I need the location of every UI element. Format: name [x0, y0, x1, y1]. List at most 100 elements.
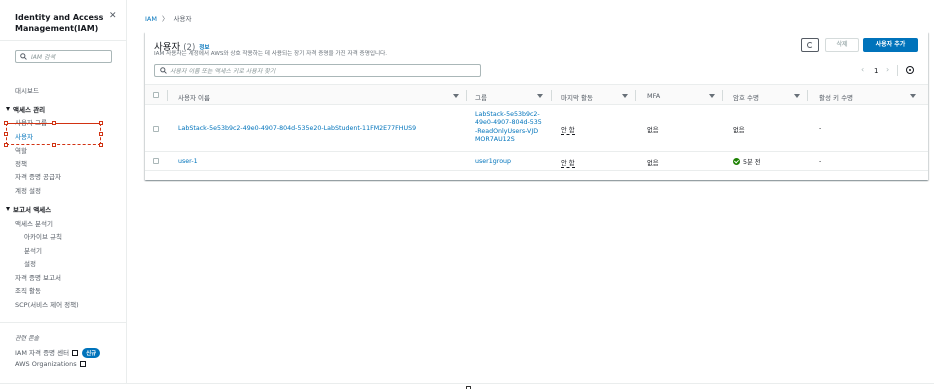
nav-account-settings[interactable]: 계정 설정 — [15, 185, 41, 195]
prev-page-button[interactable]: ‹ — [861, 65, 864, 74]
sidebar-divider — [0, 322, 127, 323]
related-consoles-heading: 관련 콘솔 — [15, 335, 39, 342]
nav-section-label: 보고서 액세스 — [13, 206, 52, 214]
refresh-icon — [807, 42, 813, 48]
page-number[interactable]: 1 — [874, 67, 878, 75]
column-divider — [466, 90, 467, 101]
active-key-age: - — [819, 125, 822, 132]
nav-identity-center[interactable]: IAM 자격 증명 센터 신규 — [15, 347, 101, 358]
nav-dashboard[interactable]: 대시보드 — [15, 85, 39, 95]
column-divider — [635, 90, 636, 101]
caret-down-icon — [6, 207, 10, 211]
table-header: 사용자 이름 그룹 마지막 활동 MFA 암호 수명 활성 키 수명 — [145, 84, 928, 105]
sort-caret-icon[interactable] — [453, 94, 459, 98]
nav-section-label: 액세스 관리 — [13, 106, 46, 114]
sidebar-search[interactable] — [15, 50, 112, 63]
selection-handle[interactable] — [4, 143, 8, 147]
user-name-link[interactable]: user-1 — [178, 158, 198, 165]
column-header-user-name[interactable]: 사용자 이름 — [178, 92, 210, 102]
panel-description: IAM 사용자는 계정에서 AWS와 상호 작용하는 데 사용되는 장기 자격 … — [154, 51, 388, 57]
column-header-active-key-age[interactable]: 활성 키 수명 — [819, 92, 853, 102]
sort-caret-icon[interactable] — [910, 94, 916, 98]
sidebar-divider — [0, 40, 127, 41]
table-row[interactable]: user-1 user1group 안 함 없음 5분 전 - — [145, 153, 928, 171]
nav-aws-organizations[interactable]: AWS Organizations — [15, 360, 86, 368]
password-age: 없음 — [733, 127, 745, 134]
next-page-button[interactable]: › — [886, 65, 889, 74]
last-activity: 안 함 — [561, 125, 575, 135]
bottom-resize-bar — [0, 383, 934, 389]
password-age-value: 5분 전 — [743, 159, 761, 166]
sidebar-search-input[interactable] — [31, 52, 109, 62]
breadcrumb-current: 사용자 — [173, 15, 192, 23]
row-checkbox[interactable] — [153, 158, 159, 164]
table-row[interactable]: LabStack-5e53b9c2-49e0-4907-804d-535e20-… — [145, 106, 928, 152]
external-link-icon — [79, 361, 86, 367]
column-header-groups[interactable]: 그룹 — [475, 92, 487, 102]
delete-button[interactable]: 삭제 — [825, 38, 859, 52]
search-icon — [160, 67, 167, 74]
group-link[interactable]: LabStack-5e53b9c2-49e0-4907-804d-535-Rea… — [475, 111, 543, 145]
breadcrumb: IAM 〉 사용자 — [145, 13, 191, 23]
nav-aws-organizations-label: AWS Organizations — [15, 360, 77, 368]
nav-archive-rules[interactable]: 아카이브 규칙 — [24, 231, 62, 241]
nav-section-access-reports[interactable]: 보고서 액세스 — [6, 204, 51, 214]
nav-analyzers[interactable]: 분석기 — [24, 245, 42, 255]
mfa-status: 없음 — [647, 127, 659, 134]
sort-caret-icon[interactable] — [537, 94, 543, 98]
gear-icon[interactable] — [906, 66, 914, 74]
nav-organization-activity[interactable]: 조직 활동 — [15, 285, 41, 295]
caret-down-icon — [6, 107, 10, 111]
nav-analyzer-settings[interactable]: 설정 — [24, 258, 36, 268]
user-search-input[interactable] — [170, 66, 470, 76]
nav-roles[interactable]: 역할 — [15, 145, 27, 155]
column-divider — [807, 90, 808, 101]
selection-handle[interactable] — [99, 143, 103, 147]
column-header-last-activity[interactable]: 마지막 활동 — [561, 92, 593, 102]
selection-handle[interactable] — [52, 143, 56, 147]
nav-credential-report[interactable]: 자격 증명 보고서 — [15, 272, 61, 282]
last-activity: 안 함 — [561, 158, 575, 168]
selection-handle[interactable] — [99, 132, 103, 136]
sidebar: Identity and Access Management(IAM) ✕ 대시… — [0, 0, 127, 383]
column-header-password-age[interactable]: 암호 수명 — [733, 92, 759, 102]
group-link[interactable]: user1group — [475, 158, 511, 165]
selection-handle[interactable] — [4, 121, 8, 125]
external-link-icon — [72, 350, 79, 356]
last-activity-value: 안 함 — [561, 160, 575, 168]
row-checkbox[interactable] — [153, 126, 159, 132]
add-user-button[interactable]: 사용자 추가 — [863, 38, 918, 52]
refresh-button[interactable] — [801, 38, 819, 52]
column-divider — [551, 90, 552, 101]
nav-access-analyzer[interactable]: 액세스 분석기 — [15, 218, 53, 228]
password-age: 5분 전 — [733, 157, 761, 166]
nav-identity-providers[interactable]: 자격 증명 공급자 — [15, 171, 61, 181]
close-icon[interactable]: ✕ — [109, 11, 117, 21]
check-circle-icon — [733, 158, 740, 165]
selection-highlight — [4, 121, 103, 147]
selection-handle[interactable] — [4, 132, 8, 136]
column-divider — [722, 90, 723, 101]
nav-identity-center-label: IAM 자격 증명 센터 — [15, 349, 70, 357]
sort-caret-icon[interactable] — [794, 94, 800, 98]
nav-policies[interactable]: 정책 — [15, 158, 27, 168]
column-header-mfa[interactable]: MFA — [647, 92, 660, 100]
column-divider — [167, 90, 168, 101]
search-icon — [20, 53, 27, 60]
selection-handle[interactable] — [99, 121, 103, 125]
pager-divider — [897, 65, 898, 76]
mfa-status: 없음 — [647, 160, 659, 167]
nav-section-access-management[interactable]: 액세스 관리 — [6, 104, 45, 114]
new-badge: 신규 — [82, 348, 101, 358]
breadcrumb-iam[interactable]: IAM — [145, 15, 157, 23]
active-key-age: - — [819, 158, 822, 165]
users-panel: 사용자 (2) 정보 IAM 사용자는 계정에서 AWS와 상호 작용하는 데 사용… — [145, 32, 928, 180]
selection-handle[interactable] — [52, 121, 56, 125]
user-search[interactable] — [154, 64, 481, 77]
sidebar-title: Identity and Access Management(IAM) — [15, 13, 104, 33]
select-all-checkbox[interactable] — [153, 92, 159, 98]
sort-caret-icon[interactable] — [709, 94, 715, 98]
sort-caret-icon[interactable] — [622, 94, 628, 98]
user-name-link[interactable]: LabStack-5e53b9c2-49e0-4907-804d-535e20-… — [178, 125, 416, 132]
nav-scp[interactable]: SCP(서비스 제어 정책) — [15, 299, 79, 309]
